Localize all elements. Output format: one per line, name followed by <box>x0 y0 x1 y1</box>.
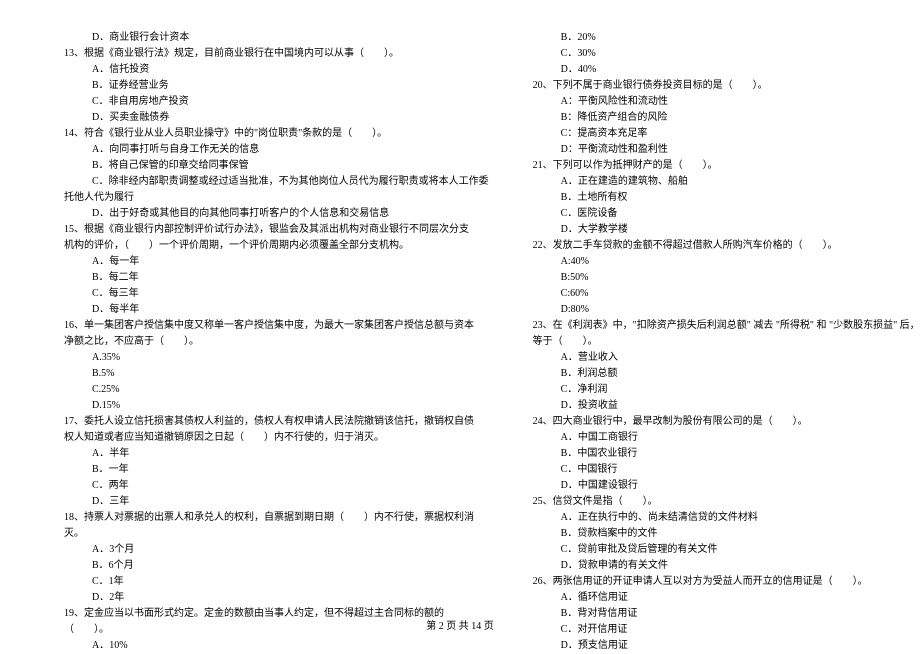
text-line: 托他人代为履行 <box>50 190 489 206</box>
text-line: 23、在《利润表》中，"扣除资产损失后利润总额" 减去 "所得税" 和 "少数股… <box>519 318 920 334</box>
text-line: C．医院设备 <box>519 206 920 222</box>
text-line: B.5% <box>50 366 489 382</box>
text-line: C．除非经内部职责调整或经过适当批准，不为其他岗位人员代为履行职责或将本人工作委 <box>50 174 489 190</box>
text-line: D．投资收益 <box>519 398 920 414</box>
text-line: B．证券经营业务 <box>50 78 489 94</box>
text-line: 15、根据《商业银行内部控制评价试行办法》，银监会及其派出机构对商业银行不同层次… <box>50 222 489 238</box>
text-line: A．循环信用证 <box>519 590 920 606</box>
text-line: A．营业收入 <box>519 350 920 366</box>
right-column: B．20%C．30%D．40%20、下列不属于商业银行债券投资目标的是（ ）。A… <box>519 30 920 654</box>
text-line: A．信托投资 <box>50 62 489 78</box>
text-line: C．两年 <box>50 478 489 494</box>
text-line: 14、符合《银行业从业人员职业操守》中的"岗位职责"条款的是（ ）。 <box>50 126 489 142</box>
text-line: A.35% <box>50 350 489 366</box>
text-line: 26、两张信用证的开证申请人互以对方为受益人而开立的信用证是（ ）。 <box>519 574 920 590</box>
text-line: 灭。 <box>50 526 489 542</box>
text-line: D:80% <box>519 302 920 318</box>
text-line: C．30% <box>519 46 920 62</box>
text-line: 16、单一集团客户授信集中度又称单一客户授信集中度，为最大一家集团客户授信总额与… <box>50 318 489 334</box>
text-line: D．商业银行会计资本 <box>50 30 489 46</box>
text-line: D．40% <box>519 62 920 78</box>
text-line: A：平衡风险性和流动性 <box>519 94 920 110</box>
text-line: A．10% <box>50 638 489 654</box>
text-line: B：降低资产组合的风险 <box>519 110 920 126</box>
text-line: B:50% <box>519 270 920 286</box>
text-line: C：提高资本充足率 <box>519 126 920 142</box>
text-line: A．中国工商银行 <box>519 430 920 446</box>
text-line: C．净利润 <box>519 382 920 398</box>
text-line: B．利润总额 <box>519 366 920 382</box>
text-line: D．大学教学楼 <box>519 222 920 238</box>
text-line: 20、下列不属于商业银行债券投资目标的是（ ）。 <box>519 78 920 94</box>
text-line: A．半年 <box>50 446 489 462</box>
text-line: 21、下列可以作为抵押财产的是（ ）。 <box>519 158 920 174</box>
text-line: 等于（ ）。 <box>519 334 920 350</box>
text-line: B．6个月 <box>50 558 489 574</box>
text-line: 18、持票人对票据的出票人和承兑人的权利，自票据到期日期（ ）内不行使，票据权利… <box>50 510 489 526</box>
text-line: A．每一年 <box>50 254 489 270</box>
text-line: 25、信贷文件是指（ ）。 <box>519 494 920 510</box>
text-line: A．正在执行中的、尚未结清信贷的文件材料 <box>519 510 920 526</box>
text-line: D.15% <box>50 398 489 414</box>
text-line: D．预支信用证 <box>519 638 920 654</box>
page-footer: 第 2 页 共 14 页 <box>0 619 920 635</box>
text-line: D：平衡流动性和盈利性 <box>519 142 920 158</box>
text-line: C．中国银行 <box>519 462 920 478</box>
text-line: B．贷款档案中的文件 <box>519 526 920 542</box>
text-line: D．买卖金融债券 <box>50 110 489 126</box>
document-columns: D．商业银行会计资本13、根据《商业银行法》规定，目前商业银行在中国境内可以从事… <box>50 30 870 654</box>
text-line: 净额之比，不应高于（ ）。 <box>50 334 489 350</box>
text-line: A．3个月 <box>50 542 489 558</box>
text-line: C.25% <box>50 382 489 398</box>
text-line: 24、四大商业银行中，最早改制为股份有限公司的是（ ）。 <box>519 414 920 430</box>
text-line: A:40% <box>519 254 920 270</box>
text-line: B．将自己保管的印章交给同事保管 <box>50 158 489 174</box>
text-line: B．每二年 <box>50 270 489 286</box>
text-line: C．非自用房地产投资 <box>50 94 489 110</box>
text-line: 22、发放二手车贷款的金额不得超过借款人所购汽车价格的（ ）。 <box>519 238 920 254</box>
text-line: 权人知道或者应当知道撤销原因之日起（ ）内不行使的，归于消灭。 <box>50 430 489 446</box>
text-line: D．贷款申请的有关文件 <box>519 558 920 574</box>
text-line: D．2年 <box>50 590 489 606</box>
text-line: B．土地所有权 <box>519 190 920 206</box>
text-line: C．1年 <box>50 574 489 590</box>
text-line: C．每三年 <box>50 286 489 302</box>
text-line: C．贷前审批及贷后管理的有关文件 <box>519 542 920 558</box>
text-line: B．20% <box>519 30 920 46</box>
text-line: C:60% <box>519 286 920 302</box>
text-line: D．中国建设银行 <box>519 478 920 494</box>
text-line: D．出于好奇或其他目的向其他同事打听客户的个人信息和交易信息 <box>50 206 489 222</box>
text-line: B．中国农业银行 <box>519 446 920 462</box>
text-line: A．向同事打听与自身工作无关的信息 <box>50 142 489 158</box>
text-line: A．正在建造的建筑物、船舶 <box>519 174 920 190</box>
text-line: D．每半年 <box>50 302 489 318</box>
text-line: 17、委托人设立信托损害其债权人利益的，债权人有权申请人民法院撤销该信托，撤销权… <box>50 414 489 430</box>
left-column: D．商业银行会计资本13、根据《商业银行法》规定，目前商业银行在中国境内可以从事… <box>50 30 489 654</box>
text-line: B．一年 <box>50 462 489 478</box>
text-line: 13、根据《商业银行法》规定，目前商业银行在中国境内可以从事（ ）。 <box>50 46 489 62</box>
text-line: D．三年 <box>50 494 489 510</box>
text-line: 机构的评价，（ ）一个评价周期，一个评价周期内必须覆盖全部分支机构。 <box>50 238 489 254</box>
